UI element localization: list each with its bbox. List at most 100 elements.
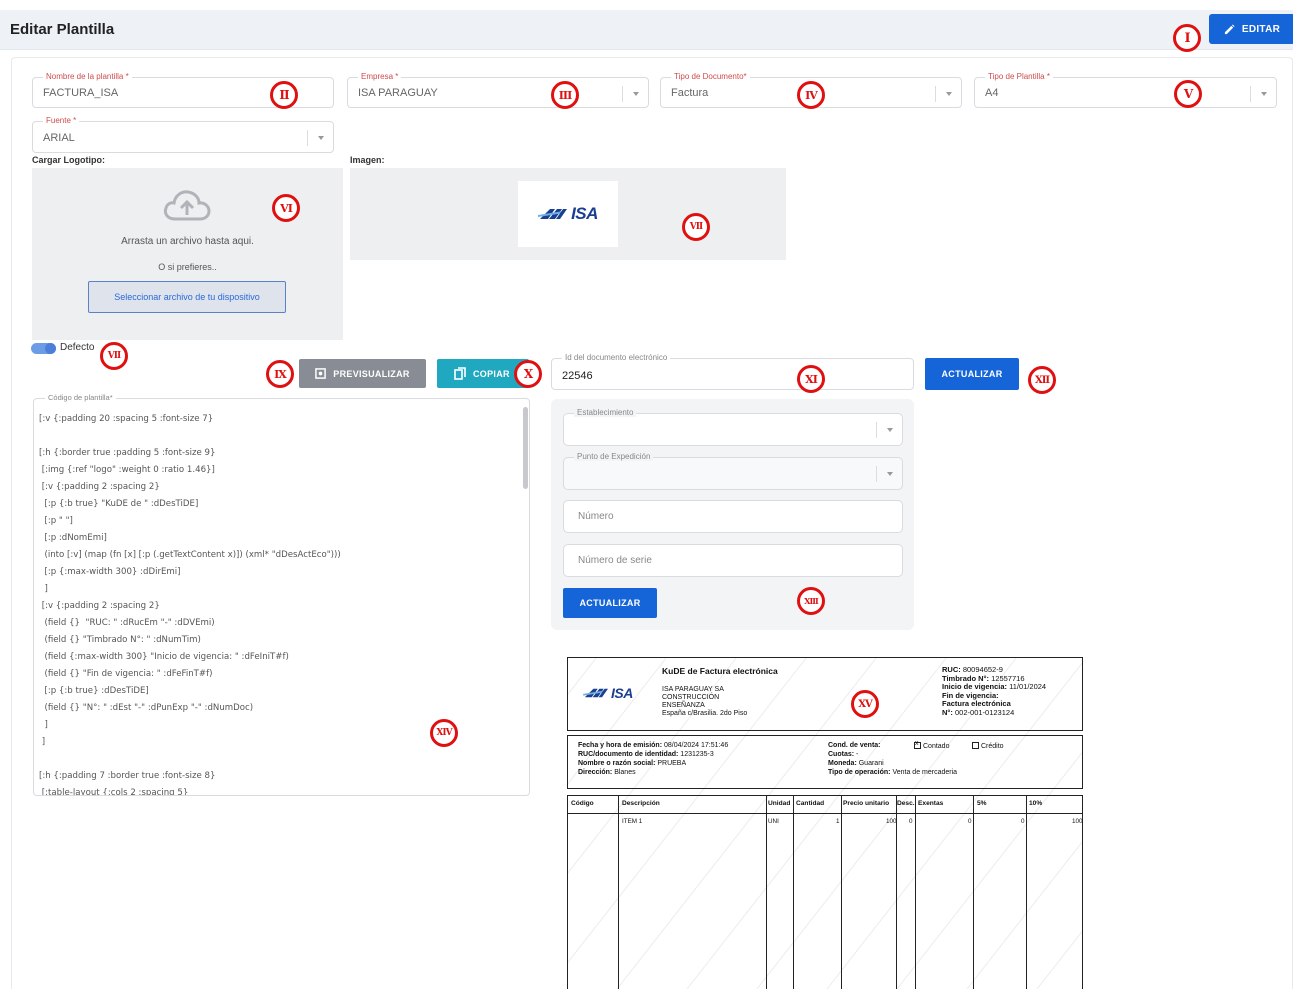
code-label: Código de plantilla* bbox=[45, 393, 116, 402]
code-line: [:v {:padding 2 :spacing 2} bbox=[39, 482, 160, 492]
template-name-value: FACTURA_ISA bbox=[43, 87, 119, 99]
image-preview: ISA bbox=[350, 168, 786, 260]
default-toggle[interactable] bbox=[31, 343, 56, 354]
logo-dropzone[interactable]: Arrasta un archivo hasta aqui. O si pref… bbox=[32, 168, 343, 340]
code-line: [:p " "] bbox=[39, 516, 73, 526]
marker-vii: VII bbox=[682, 213, 710, 241]
code-line: (field {} "RUC: " :dRucEm "-" :dDVEmi) bbox=[39, 618, 215, 628]
item-quantity: 1 bbox=[836, 818, 840, 825]
select-file-button[interactable]: Seleccionar archivo de tu dispositivo bbox=[88, 281, 286, 313]
code-line: (field {} "Timbrado N°: " :dNumTim) bbox=[39, 635, 201, 645]
code-line: [:p {:b true} :dDesTiDE] bbox=[39, 686, 149, 696]
code-scrollbar[interactable] bbox=[523, 407, 528, 489]
kude-stamp-info: RUC: 80094652-9 Timbrado N°: 12557716 In… bbox=[942, 665, 1047, 718]
col-header: Exentas bbox=[918, 800, 944, 807]
kude-items-table: Código Descripción Unidad Cantidad Preci… bbox=[567, 795, 1083, 989]
code-line: (field {:max-width 300} "Inicio de vigen… bbox=[39, 652, 289, 662]
expedition-point-label: Punto de Expedición bbox=[574, 452, 654, 461]
code-line: (into [:v] (map (fn [x] [:p (.getTextCon… bbox=[39, 550, 341, 560]
copy-label: COPIAR bbox=[473, 368, 510, 379]
serial-number-placeholder: Número de serie bbox=[578, 555, 652, 566]
marker-iv: IV bbox=[797, 81, 825, 109]
kude-logo: ISA bbox=[583, 685, 633, 701]
emisor-line: ISA PARAGUAY SA bbox=[662, 686, 724, 693]
serial-number-input[interactable]: Número de serie bbox=[563, 544, 903, 577]
marker-xii: XII bbox=[1028, 366, 1056, 394]
marker-xiv: XIV bbox=[430, 719, 458, 747]
marker-viii: VII bbox=[100, 342, 128, 370]
edit-button[interactable]: EDITAR bbox=[1209, 14, 1293, 44]
code-line: [:p :dNomEmi] bbox=[39, 533, 107, 543]
preview-button[interactable]: PREVISUALIZAR bbox=[299, 359, 426, 388]
chevron-down-icon bbox=[622, 86, 648, 102]
chevron-down-icon bbox=[1250, 86, 1276, 102]
or-text: O si prefieres.. bbox=[158, 262, 217, 272]
marker-vi: VI bbox=[272, 194, 300, 222]
doc-type-value: Factura bbox=[671, 87, 709, 99]
isa-logo-text: ISA bbox=[571, 204, 598, 223]
item-ten: 100 bbox=[1072, 818, 1083, 825]
logo-upload-label: Cargar Logotipo: bbox=[32, 155, 105, 165]
inicio-value: 11/01/2024 bbox=[1009, 682, 1047, 692]
col-header: 10% bbox=[1029, 800, 1043, 807]
marker-v: V bbox=[1174, 80, 1202, 108]
nombre-value: PRUEBA bbox=[657, 760, 687, 767]
kude-header: ISA KuDE de Factura electrónica ISA PARA… bbox=[567, 657, 1083, 731]
establishment-label: Establecimiento bbox=[574, 408, 637, 417]
update-button[interactable]: ACTUALIZAR bbox=[925, 358, 1019, 390]
preview-icon bbox=[315, 368, 327, 379]
cuotas-value: - bbox=[856, 751, 859, 758]
font-label: Fuente * bbox=[43, 116, 80, 125]
code-line: ] bbox=[39, 737, 46, 747]
drag-text: Arrasta un archivo hasta aqui. bbox=[121, 236, 254, 247]
invoice-preview: ISA KuDE de Factura electrónica ISA PARA… bbox=[567, 657, 1083, 989]
company-label: Empresa * bbox=[358, 72, 402, 81]
moneda-value: Guarani bbox=[858, 760, 884, 767]
number-input[interactable]: Número bbox=[563, 500, 903, 533]
chevron-down-icon bbox=[307, 130, 333, 146]
code-line: ] bbox=[39, 720, 48, 730]
item-exentas: 0 bbox=[968, 818, 972, 825]
kude-title: KuDE de Factura electrónica bbox=[662, 666, 778, 676]
tipo-operacion-label: Tipo de operación: bbox=[828, 769, 891, 776]
fecha-label: Fecha y hora de emisión: bbox=[578, 742, 663, 749]
emisor-line: CONSTRUCCIÓN bbox=[662, 694, 720, 701]
edit-button-label: EDITAR bbox=[1241, 23, 1281, 35]
company-select[interactable]: Empresa * ISA PARAGUAY bbox=[347, 72, 649, 108]
page-title: Editar Plantilla bbox=[10, 21, 115, 38]
contado-checkbox bbox=[914, 740, 921, 749]
col-header: 5% bbox=[977, 800, 987, 807]
code-line: [:p {:max-width 300} :dDirEmi] bbox=[39, 567, 181, 577]
chevron-down-icon bbox=[876, 422, 902, 438]
col-header: Cantidad bbox=[796, 800, 825, 807]
image-label: Imagen: bbox=[350, 155, 385, 165]
number-value: 002-001-0123124 bbox=[955, 707, 1015, 717]
template-code[interactable]: [:v {:padding 20 :spacing 5 :font-size 7… bbox=[39, 411, 341, 795]
template-name-label: Nombre de la plantilla * bbox=[43, 72, 132, 81]
kude-emisor: ISA PARAGUAY SA CONSTRUCCIÓN ENSEÑANZA E… bbox=[662, 686, 747, 718]
establishment-select[interactable]: Establecimiento bbox=[563, 408, 903, 446]
template-type-label: Tipo de Plantilla * bbox=[985, 72, 1053, 81]
item-five: 0 bbox=[1021, 818, 1025, 825]
font-value: ARIAL bbox=[43, 132, 75, 144]
kude-logo-text: ISA bbox=[611, 685, 633, 701]
item-unit: UNI bbox=[768, 818, 779, 825]
doc-id-input[interactable]: Id del documento electrónico 22546 bbox=[551, 353, 914, 390]
template-type-select[interactable]: Tipo de Plantilla * A4 bbox=[974, 72, 1277, 108]
number-label: N°: bbox=[942, 707, 953, 717]
expedition-point-select[interactable]: Punto de Expedición bbox=[563, 452, 903, 490]
col-header: Descripción bbox=[622, 800, 660, 807]
credito-label: Crédito bbox=[981, 743, 1004, 750]
moneda-label: Moneda: bbox=[828, 760, 857, 767]
emisor-line: ENSEÑANZA bbox=[662, 702, 705, 709]
update-panel-button[interactable]: ACTUALIZAR bbox=[563, 588, 657, 618]
font-select[interactable]: Fuente * ARIAL bbox=[32, 116, 334, 153]
code-line: [:p {:b true} "KuDE de " :dDesTiDE] bbox=[39, 499, 199, 509]
marker-iii: III bbox=[551, 81, 579, 109]
isa-logo-wing-icon bbox=[538, 209, 568, 219]
cond-label: Cond. de venta: bbox=[828, 742, 881, 749]
pencil-icon bbox=[1224, 23, 1235, 34]
code-line: [:h {:border true :padding 5 :font-size … bbox=[39, 448, 216, 458]
